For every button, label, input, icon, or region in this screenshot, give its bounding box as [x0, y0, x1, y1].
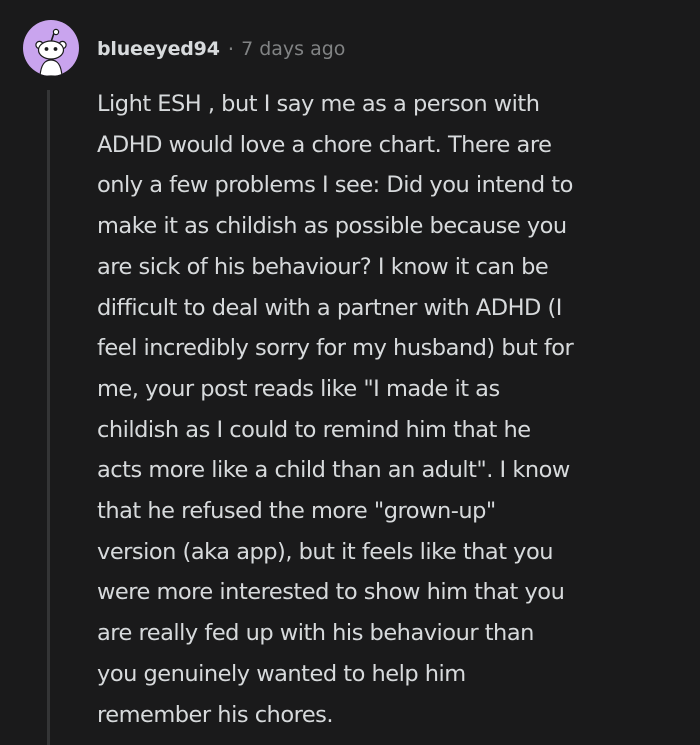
comment-body-line: were more interested to show him that yo…	[97, 579, 565, 606]
comment-body-line: ADHD would love a chore chart. There are	[97, 131, 552, 158]
comment: blueeyed94 · 7 days ago Light ESH , but …	[0, 0, 700, 745]
thread-collapse-line[interactable]	[47, 90, 50, 745]
comment-body-line: only a few problems I see: Did you inten…	[97, 172, 573, 199]
meta-separator: ·	[227, 37, 235, 61]
comment-body-line: Light ESH , but I say me as a person wit…	[97, 91, 540, 117]
comment-body-line: childish as I could to remind him that h…	[97, 416, 531, 443]
comment-body-line: make it as childish as possible because …	[97, 213, 567, 240]
comment-body: Light ESH , but I say me as a person wit…	[97, 84, 682, 735]
timestamp-link[interactable]: 7 days ago	[241, 38, 345, 60]
user-avatar-icon[interactable]	[23, 20, 79, 76]
comment-body-line: acts more like a child than an adult". I…	[97, 457, 570, 484]
comment-body-line: me, your post reads like "I made it as	[97, 375, 500, 402]
username-link[interactable]: blueeyed94	[97, 38, 220, 60]
comment-body-line: difficult to deal with a partner with AD…	[97, 294, 562, 321]
comment-body-line: feel incredibly sorry for my husband) bu…	[97, 335, 574, 362]
comment-body-line: you genuinely wanted to help him	[97, 660, 466, 687]
comment-body-line: are really fed up with his behaviour tha…	[97, 620, 534, 647]
comment-body-line: that he refused the more "grown-up"	[97, 498, 496, 525]
comment-body-line: remember his chores.	[97, 701, 334, 728]
comment-body-line: are sick of his behaviour? I know it can…	[97, 253, 549, 280]
comment-header: blueeyed94 · 7 days ago	[97, 34, 345, 64]
comment-body-line: version (aka app), but it feels like tha…	[97, 538, 554, 565]
